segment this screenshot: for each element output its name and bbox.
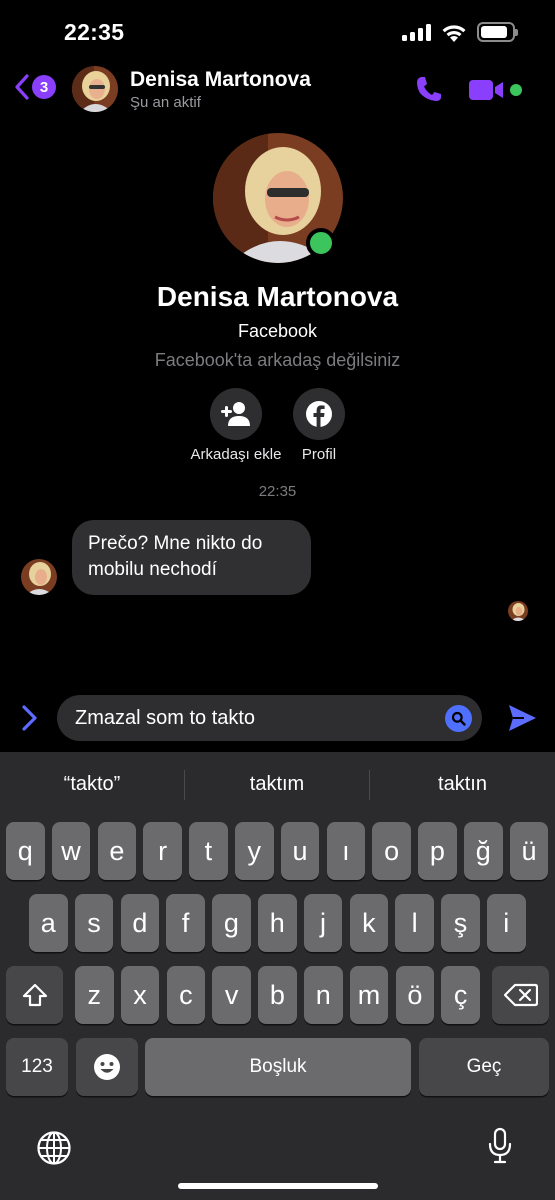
- read-receipt-avatar: [508, 601, 528, 621]
- shift-icon: [22, 983, 47, 1007]
- key-d[interactable]: d: [120, 894, 160, 952]
- chevron-right-icon: [22, 705, 37, 731]
- active-status: Şu an aktif: [130, 94, 201, 111]
- key-ü[interactable]: ü: [509, 822, 549, 880]
- contact-name[interactable]: Denisa Martonova: [130, 68, 311, 92]
- friendship-note: Facebook'ta arkadaş değilsiniz: [154, 350, 401, 370]
- add-friend-button[interactable]: Arkadaşı ekle: [186, 388, 286, 463]
- emoji-icon: [94, 1054, 120, 1080]
- backspace-key[interactable]: [492, 966, 549, 1024]
- profile-label: Profil: [301, 446, 337, 463]
- suggestion-item[interactable]: taktın: [370, 752, 555, 816]
- dictation-button[interactable]: [488, 1127, 512, 1170]
- microphone-icon: [488, 1127, 512, 1164]
- message-input[interactable]: [75, 695, 435, 741]
- avatar[interactable]: [72, 66, 118, 112]
- backspace-icon: [503, 983, 538, 1007]
- key-l[interactable]: l: [395, 894, 434, 952]
- key-t[interactable]: t: [189, 822, 228, 880]
- status-icons: [402, 22, 518, 42]
- key-q[interactable]: q: [6, 822, 45, 880]
- chat-header: 3 Denisa Martonova Şu an aktif: [0, 62, 555, 118]
- wifi-icon: [442, 24, 466, 42]
- key-y[interactable]: y: [235, 822, 274, 880]
- key-ö[interactable]: ö: [395, 966, 435, 1024]
- key-i[interactable]: i: [487, 894, 526, 952]
- sender-avatar[interactable]: [21, 559, 57, 595]
- avatar-photo: [21, 559, 57, 595]
- emoji-key[interactable]: [76, 1038, 138, 1096]
- send-icon: [509, 705, 536, 731]
- key-u[interactable]: u: [280, 822, 320, 880]
- key-ı[interactable]: ı: [326, 822, 366, 880]
- key-k[interactable]: k: [349, 894, 389, 952]
- key-r[interactable]: r: [143, 822, 182, 880]
- key-v[interactable]: v: [212, 966, 251, 1024]
- key-j[interactable]: j: [303, 894, 343, 952]
- key-h[interactable]: h: [258, 894, 297, 952]
- globe-icon: [37, 1131, 71, 1165]
- expand-actions-button[interactable]: [18, 704, 40, 737]
- cellular-signal-icon: [402, 23, 431, 41]
- key-s[interactable]: s: [74, 894, 114, 952]
- profile-name: Denisa Martonova: [156, 281, 399, 312]
- add-friend-label: Arkadaşı ekle: [190, 446, 282, 463]
- shift-key[interactable]: [6, 966, 63, 1024]
- key-a[interactable]: a: [29, 894, 68, 952]
- send-button[interactable]: [507, 703, 537, 738]
- home-indicator: [178, 1183, 378, 1189]
- key-e[interactable]: e: [97, 822, 137, 880]
- key-o[interactable]: o: [372, 822, 411, 880]
- key-g[interactable]: g: [212, 894, 251, 952]
- profile-network: Facebook: [237, 321, 318, 341]
- key-c[interactable]: c: [166, 966, 206, 1024]
- key-x[interactable]: x: [120, 966, 160, 1024]
- key-z[interactable]: z: [75, 966, 114, 1024]
- language-button[interactable]: [36, 1130, 72, 1171]
- key-w[interactable]: w: [51, 822, 91, 880]
- key-p[interactable]: p: [418, 822, 457, 880]
- video-call-button[interactable]: [468, 78, 506, 107]
- message-bubble[interactable]: Prečo? Mne nikto do mobilu nechodí: [72, 520, 311, 595]
- key-m[interactable]: m: [349, 966, 389, 1024]
- status-bar: 22:35: [0, 0, 555, 62]
- online-indicator: [306, 228, 336, 258]
- search-icon: [451, 711, 466, 726]
- back-button[interactable]: 3: [14, 74, 56, 100]
- key-b[interactable]: b: [258, 966, 297, 1024]
- suggestion-bar: “takto” taktım taktın: [0, 752, 555, 816]
- key-ş[interactable]: ş: [441, 894, 480, 952]
- key-ç[interactable]: ç: [441, 966, 480, 1024]
- space-key[interactable]: Boşluk: [145, 1038, 411, 1096]
- numbers-key[interactable]: 123: [6, 1038, 68, 1096]
- chevron-left-icon: [15, 74, 29, 100]
- video-camera-icon: [469, 80, 503, 100]
- message-input-container: [57, 695, 482, 741]
- facebook-icon: [306, 401, 332, 427]
- online-indicator: [510, 84, 522, 96]
- add-friend-icon: [221, 402, 250, 426]
- key-ğ[interactable]: ğ: [464, 822, 503, 880]
- message-timestamp: 22:35: [258, 483, 297, 500]
- suggestion-item[interactable]: “takto”: [0, 752, 184, 816]
- key-f[interactable]: f: [166, 894, 205, 952]
- battery-icon: [477, 22, 518, 42]
- suggestion-item[interactable]: taktım: [185, 752, 369, 816]
- status-time: 22:35: [64, 19, 125, 45]
- voice-call-button[interactable]: [414, 74, 444, 109]
- key-n[interactable]: n: [304, 966, 343, 1024]
- return-key[interactable]: Geç: [419, 1038, 549, 1096]
- emoji-search-button[interactable]: [445, 705, 472, 732]
- avatar-photo: [72, 66, 118, 112]
- unread-badge: 3: [32, 75, 56, 99]
- profile-button[interactable]: Profil: [284, 388, 354, 463]
- message-composer: [0, 694, 555, 742]
- phone-icon: [417, 77, 441, 101]
